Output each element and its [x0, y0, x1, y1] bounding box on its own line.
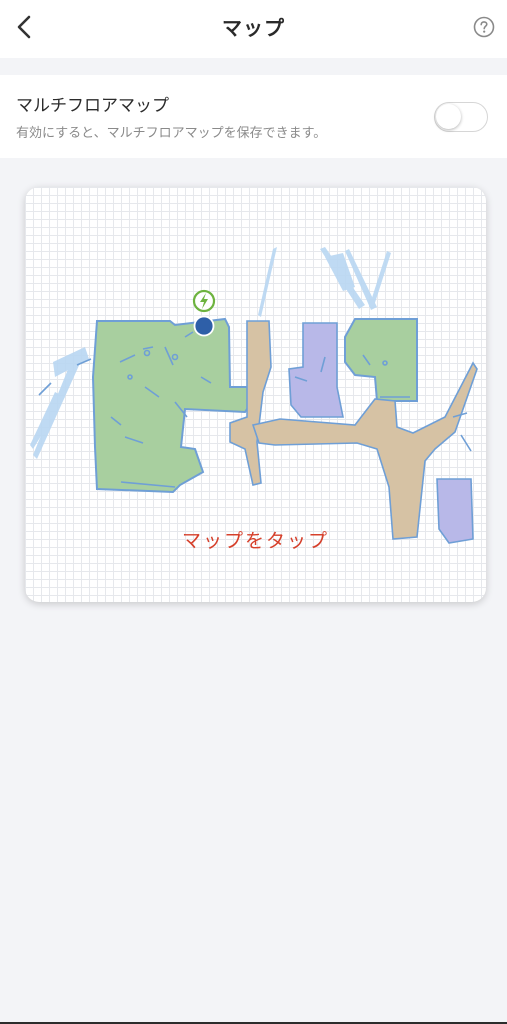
- map-preview[interactable]: マップをタップ: [25, 187, 486, 602]
- robot-position-icon: [193, 315, 215, 337]
- help-button[interactable]: [473, 16, 495, 38]
- multi-floor-title: マルチフロアマップ: [16, 96, 169, 116]
- tap-map-label: マップをタップ: [181, 530, 329, 552]
- dock-icon: [192, 289, 216, 313]
- question-circle-icon: [473, 16, 495, 38]
- page-title: マップ: [222, 16, 285, 40]
- multi-floor-toggle[interactable]: [434, 102, 488, 132]
- top-bar: マップ: [0, 0, 507, 58]
- multi-floor-setting: マルチフロアマップ 有効にすると、マルチフロアマップを保存できます。: [0, 75, 507, 158]
- toggle-knob: [436, 104, 461, 129]
- multi-floor-description: 有効にすると、マルチフロアマップを保存できます。: [16, 126, 327, 141]
